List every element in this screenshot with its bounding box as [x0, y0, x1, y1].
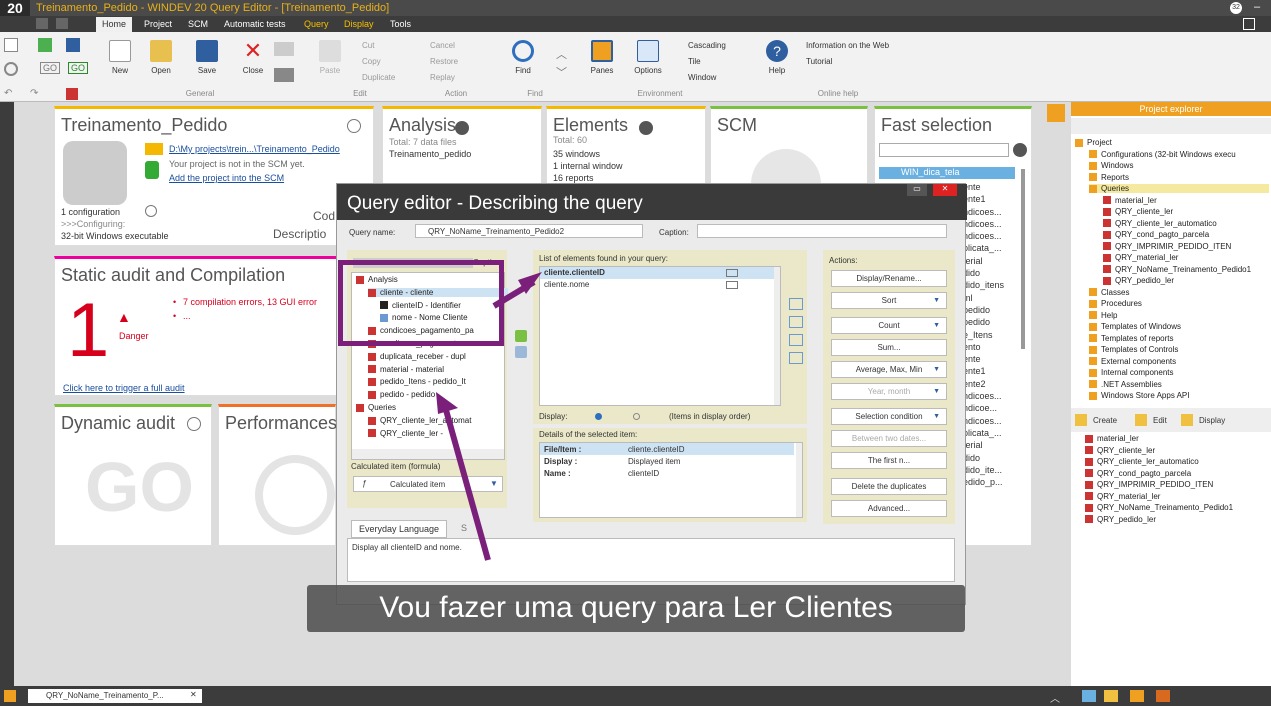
annotation-arrowhead-up	[436, 392, 458, 414]
status-icon-1[interactable]	[1082, 690, 1096, 702]
annotation-arrow-up	[443, 409, 491, 561]
expand-up-icon[interactable]: ︿	[1050, 690, 1060, 705]
status-bar: QRY_NoName_Treinamento_P... ✕ ︿	[0, 686, 1271, 706]
video-subtitle: Vou fazer uma query para Ler Clientes	[307, 585, 965, 632]
project-status-icon[interactable]	[4, 690, 16, 702]
document-tab-label: QRY_NoName_Treinamento_P...	[46, 691, 164, 700]
tab-close-icon[interactable]: ✕	[190, 690, 197, 699]
status-icon-2[interactable]	[1104, 690, 1118, 702]
document-tab[interactable]: QRY_NoName_Treinamento_P... ✕	[28, 689, 202, 703]
status-icon-3[interactable]	[1130, 690, 1144, 702]
status-icon-4[interactable]	[1156, 690, 1170, 702]
